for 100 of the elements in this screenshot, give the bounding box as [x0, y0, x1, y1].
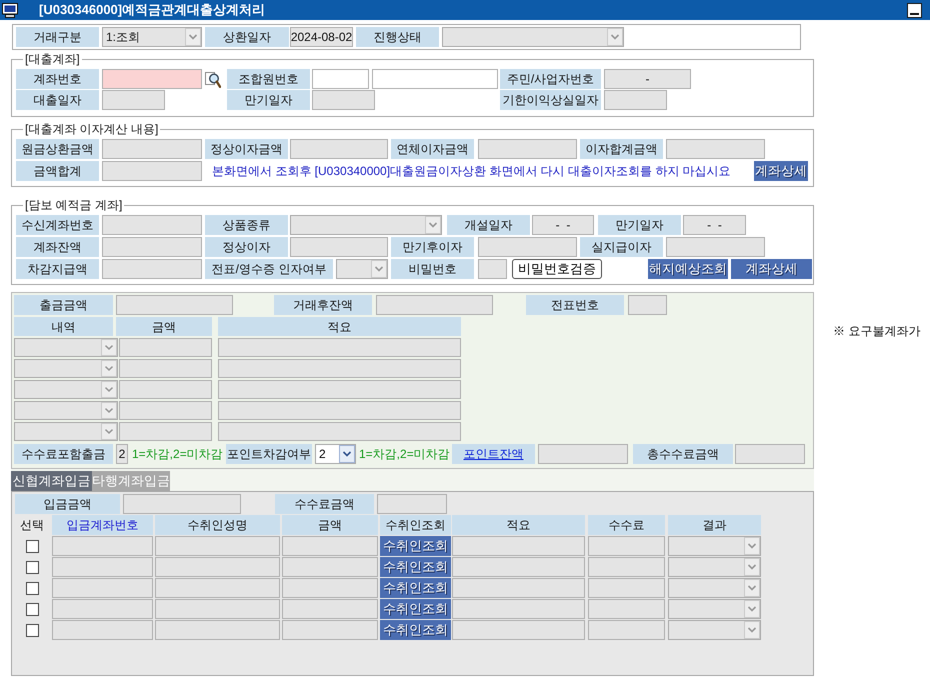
field-label: 정상이자	[205, 237, 288, 257]
readonly-field[interactable]	[588, 620, 665, 640]
readonly-field[interactable]: - -	[532, 215, 594, 235]
readonly-field[interactable]	[102, 139, 202, 159]
readonly-field[interactable]	[666, 237, 765, 257]
readonly-field[interactable]	[588, 557, 665, 577]
readonly-field[interactable]	[102, 215, 202, 235]
readonly-field[interactable]	[604, 90, 667, 110]
readonly-field[interactable]	[123, 494, 241, 514]
readonly-field[interactable]: - -	[683, 215, 746, 235]
readonly-field[interactable]	[52, 620, 153, 640]
dropdown[interactable]: 2	[315, 444, 356, 464]
readonly-field[interactable]	[452, 557, 585, 577]
hint-text: 1=차감,2=미차감	[132, 446, 222, 463]
action-button[interactable]: 계좌상세	[731, 259, 812, 279]
minimize-icon[interactable]	[907, 2, 922, 18]
section-title: [대출계좌]	[24, 52, 81, 66]
field-label: 차감지급액	[16, 259, 99, 279]
readonly-field[interactable]	[628, 295, 667, 315]
readonly-field[interactable]	[102, 237, 202, 257]
chevron-down-icon	[744, 537, 760, 555]
readonly-field[interactable]	[452, 599, 585, 619]
readonly-field[interactable]: -	[604, 69, 691, 89]
checkbox[interactable]	[26, 540, 38, 552]
input-field[interactable]	[372, 69, 498, 89]
action-button[interactable]: 수취인조회	[380, 557, 451, 577]
readonly-field[interactable]	[102, 259, 202, 279]
field-label: 만기일자	[598, 215, 681, 235]
readonly-field[interactable]	[290, 139, 388, 159]
readonly-field[interactable]	[119, 338, 212, 357]
readonly-field[interactable]	[452, 620, 585, 640]
readonly-field[interactable]	[588, 536, 665, 556]
action-button[interactable]: 수취인조회	[380, 578, 451, 598]
input-field[interactable]	[312, 69, 369, 89]
field-label: 수수료포함출금	[14, 444, 113, 464]
readonly-field[interactable]	[155, 578, 280, 598]
readonly-field[interactable]	[666, 139, 765, 159]
checkbox[interactable]	[26, 560, 38, 574]
field-label: 진행상태	[356, 27, 439, 47]
field-label: 수수료금액	[275, 494, 374, 514]
action-button[interactable]: 계좌상세	[754, 161, 808, 181]
readonly-field[interactable]	[282, 620, 378, 640]
readonly-field[interactable]	[52, 599, 153, 619]
readonly-field[interactable]	[102, 90, 165, 110]
readonly-field[interactable]	[218, 338, 461, 357]
field-label: 상품종류	[205, 215, 288, 235]
action-button[interactable]: 수취인조회	[380, 599, 451, 619]
readonly-field[interactable]	[735, 444, 805, 464]
readonly-field[interactable]	[218, 401, 461, 420]
readonly-field[interactable]: 2	[116, 444, 128, 464]
field-label: 포인트차감여부	[226, 444, 312, 464]
readonly-field[interactable]	[218, 380, 461, 399]
action-button[interactable]: 수취인조회	[380, 620, 451, 640]
readonly-field[interactable]	[102, 161, 202, 181]
text-link[interactable]: 포인트잔액	[464, 445, 524, 463]
readonly-field[interactable]	[538, 444, 628, 464]
readonly-field[interactable]	[452, 578, 585, 598]
readonly-field[interactable]	[119, 359, 212, 378]
readonly-field[interactable]	[452, 536, 585, 556]
readonly-field[interactable]	[290, 237, 388, 257]
tab[interactable]: 신협계좌입금	[11, 471, 92, 491]
action-button[interactable]: 해지예상조회	[648, 259, 728, 279]
readonly-field[interactable]	[282, 557, 378, 577]
readonly-field[interactable]	[52, 557, 153, 577]
action-button[interactable]: 수취인조회	[380, 536, 451, 556]
readonly-field[interactable]	[282, 599, 378, 619]
readonly-field[interactable]	[478, 237, 577, 257]
chevron-down-icon	[744, 579, 760, 597]
readonly-field[interactable]	[119, 401, 212, 420]
readonly-field[interactable]	[376, 295, 493, 315]
checkbox[interactable]	[26, 624, 38, 636]
readonly-field[interactable]	[218, 422, 461, 441]
readonly-field[interactable]	[588, 578, 665, 598]
readonly-field[interactable]	[282, 578, 378, 598]
readonly-field[interactable]	[282, 536, 378, 556]
magnifier-icon[interactable]	[204, 70, 221, 88]
checkbox[interactable]	[26, 602, 38, 616]
field-label: 만기후이자	[391, 237, 474, 257]
readonly-field[interactable]	[588, 599, 665, 619]
field-label: 주민/사업자번호	[500, 69, 601, 89]
input-field[interactable]	[102, 69, 202, 89]
checkbox[interactable]	[26, 582, 38, 594]
readonly-field[interactable]	[377, 494, 447, 514]
readonly-field[interactable]	[52, 578, 153, 598]
readonly-field[interactable]	[116, 295, 233, 315]
readonly-field[interactable]	[155, 536, 280, 556]
readonly-field[interactable]	[155, 620, 280, 640]
action-button[interactable]: 비밀번호검증	[512, 259, 602, 279]
readonly-field[interactable]	[119, 380, 212, 399]
readonly-field[interactable]	[478, 259, 507, 279]
readonly-field[interactable]	[155, 557, 280, 577]
readonly-field[interactable]	[155, 599, 280, 619]
readonly-field[interactable]	[312, 90, 375, 110]
readonly-field[interactable]	[119, 422, 212, 441]
readonly-field[interactable]: 2024-08-02	[290, 27, 353, 47]
chevron-down-icon	[101, 339, 117, 356]
readonly-field[interactable]	[478, 139, 577, 159]
readonly-field[interactable]	[218, 359, 461, 378]
column-header: 선택	[19, 517, 45, 534]
readonly-field[interactable]	[52, 536, 153, 556]
